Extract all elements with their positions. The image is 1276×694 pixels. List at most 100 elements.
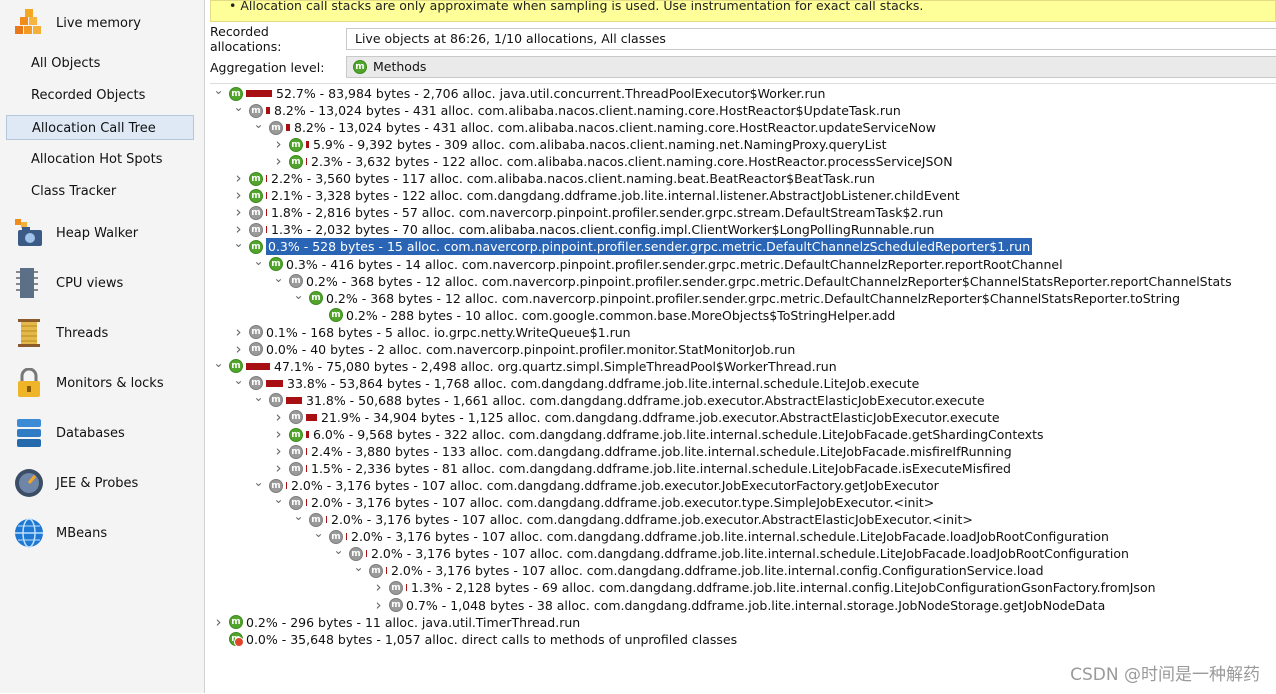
tree-node-label: 2.0% - 3,176 bytes - 107 alloc. com.dang…	[331, 512, 973, 528]
tree-node[interactable]: › m 0.7% - 1,048 bytes - 38 alloc. com.dan…	[372, 596, 1106, 614]
tree-node[interactable]: ⌄ m 2.0% - 3,176 bytes - 107 alloc. com.da…	[252, 474, 938, 494]
tree-node[interactable]: › m 2.4% - 3,880 bytes - 133 alloc. com.da…	[272, 443, 1012, 460]
tree-node[interactable]: › m 1.8% - 2,816 bytes - 57 alloc. com.nav…	[232, 204, 944, 221]
tree-node[interactable]: › m 0.2% - 296 bytes - 11 alloc. java.util…	[212, 613, 581, 631]
nav-allocation-call-tree[interactable]: Allocation Call Tree	[6, 115, 194, 140]
section-cpu-views[interactable]: CPU views	[12, 268, 123, 298]
tree-node-label: 0.2% - 368 bytes - 12 alloc. com.naverco…	[306, 273, 1232, 289]
section-databases[interactable]: Databases	[12, 418, 125, 448]
collapse-chevron-icon[interactable]: ⌄	[292, 508, 305, 525]
tree-node[interactable]: › m 6.0% - 9,568 bytes - 322 alloc. com.da…	[272, 426, 1044, 443]
tree-node[interactable]: › m 5.9% - 9,392 bytes - 309 alloc. com.al…	[272, 136, 887, 153]
tree-node[interactable]: › m 1.3% - 2,128 bytes - 69 alloc. com.dan…	[372, 579, 1156, 596]
tree-node[interactable]: ⌄ m 0.3% - 528 bytes - 15 alloc. com.naver…	[232, 235, 1033, 256]
tree-node[interactable]: ⌄ m 31.8% - 50,688 bytes - 1,661 alloc. co…	[252, 389, 984, 409]
collapse-chevron-icon[interactable]: ⌄	[352, 559, 365, 576]
collapse-chevron-icon[interactable]: ⌄	[272, 270, 285, 287]
section-monitors-locks[interactable]: Monitors & locks	[12, 367, 164, 398]
collapse-chevron-icon[interactable]: ⌄	[252, 253, 265, 270]
percentage-bar-fill	[266, 192, 267, 200]
aggregation-level-select[interactable]: m Methods	[346, 56, 1276, 78]
tree-node[interactable]: ⌄ m 0.3% - 416 bytes - 14 alloc. com.naver…	[252, 253, 1062, 273]
nav-recorded-objects[interactable]: Recorded Objects	[6, 83, 194, 108]
section-label: Threads	[56, 325, 109, 341]
nav-allocation-hot-spots[interactable]: Allocation Hot Spots	[6, 147, 194, 172]
aggregation-level-value: Methods	[373, 59, 427, 74]
collapse-chevron-icon[interactable]: ⌄	[212, 355, 225, 372]
tree-node[interactable]: m 0.0% - 35,648 bytes - 1,057 alloc. dire…	[212, 631, 737, 648]
expand-chevron-icon[interactable]: ›	[232, 187, 245, 204]
section-live-memory[interactable]: Live memory	[12, 8, 141, 38]
collapse-chevron-icon[interactable]: ⌄	[332, 542, 345, 559]
leaf-spacer	[312, 307, 325, 324]
collapse-chevron-icon[interactable]: ⌄	[232, 99, 245, 116]
tree-node[interactable]: › m 1.5% - 2,336 bytes - 81 alloc. com.dan…	[272, 460, 1011, 477]
tree-node[interactable]: ⌄ m 8.2% - 13,024 bytes - 431 alloc. com.a…	[252, 116, 935, 136]
expand-chevron-icon[interactable]: ›	[372, 579, 385, 596]
expand-chevron-icon[interactable]: ›	[232, 170, 245, 187]
tree-node[interactable]: ⌄ m 8.2% - 13,024 bytes - 431 alloc. com.a…	[232, 99, 900, 119]
tree-node[interactable]: ⌄ m 2.0% - 3,176 bytes - 107 alloc. com.da…	[352, 559, 1043, 579]
percentage-bar-fill	[266, 209, 267, 217]
tree-node[interactable]: ⌄ m 0.2% - 368 bytes - 12 alloc. com.naver…	[272, 270, 1232, 290]
collapse-chevron-icon[interactable]: ⌄	[252, 389, 265, 406]
tree-node[interactable]: ⌄ m 33.8% - 53,864 bytes - 1,768 alloc. co…	[232, 372, 919, 392]
collapse-chevron-icon[interactable]: ⌄	[252, 474, 265, 491]
collapse-chevron-icon[interactable]: ⌄	[292, 287, 305, 304]
expand-chevron-icon[interactable]: ›	[272, 408, 285, 426]
percentage-bar	[266, 379, 283, 387]
tree-node[interactable]: › m 1.3% - 2,032 bytes - 70 alloc. com.ali…	[232, 221, 935, 238]
expand-chevron-icon[interactable]: ›	[372, 596, 385, 614]
expand-chevron-icon[interactable]: ›	[232, 204, 245, 221]
tree-node-label: 0.0% - 35,648 bytes - 1,057 alloc. direc…	[246, 631, 738, 647]
percentage-bar	[306, 448, 307, 456]
section-mbeans[interactable]: MBeans	[12, 518, 107, 548]
tree-node[interactable]: › m 0.1% - 168 bytes - 5 alloc. io.grpc.ne…	[232, 323, 631, 341]
recorded-allocations-field[interactable]: Live objects at 86:26, 1/10 allocations,…	[346, 28, 1276, 50]
expand-chevron-icon[interactable]: ›	[272, 153, 285, 170]
tree-node-label: 21.9% - 34,904 bytes - 1,125 alloc. com.…	[321, 409, 1000, 425]
tree-node[interactable]: › m 2.2% - 3,560 bytes - 117 alloc. com.al…	[232, 170, 875, 187]
expand-chevron-icon[interactable]: ›	[272, 136, 285, 153]
percentage-bar-fill	[306, 141, 309, 149]
sidebar: Live memory All Objects Recorded Objects…	[0, 0, 205, 693]
expand-chevron-icon[interactable]: ›	[272, 426, 285, 443]
tree-node[interactable]: › m 21.9% - 34,904 bytes - 1,125 alloc. co…	[272, 408, 1000, 426]
percentage-bar	[246, 362, 270, 370]
nav-class-tracker[interactable]: Class Tracker	[6, 179, 194, 204]
expand-chevron-icon[interactable]: ›	[212, 613, 225, 631]
expand-chevron-icon[interactable]: ›	[232, 340, 245, 358]
expand-chevron-icon[interactable]: ›	[272, 460, 285, 477]
tree-node[interactable]: › m 0.0% - 40 bytes - 2 alloc. com.naverco…	[232, 340, 796, 358]
tree-node[interactable]: ⌄ m 52.7% - 83,984 bytes - 2,706 alloc. ja…	[212, 82, 826, 102]
tree-node[interactable]: ⌄ m 2.0% - 3,176 bytes - 107 alloc. com.da…	[332, 542, 1128, 562]
collapse-chevron-icon[interactable]: ⌄	[232, 372, 245, 389]
tree-node[interactable]: m 0.2% - 288 bytes - 10 alloc. com.google…	[312, 307, 895, 324]
nav-all-objects[interactable]: All Objects	[6, 51, 194, 76]
tree-node-label: 52.7% - 83,984 bytes - 2,706 alloc. java…	[276, 86, 826, 101]
method-icon: m	[353, 60, 367, 74]
collapse-chevron-icon[interactable]: ⌄	[232, 235, 245, 252]
cpu-views-icon	[12, 268, 46, 298]
expand-chevron-icon[interactable]: ›	[272, 443, 285, 460]
collapse-chevron-icon[interactable]: ⌄	[212, 82, 225, 99]
tree-node[interactable]: ⌄ m 2.0% - 3,176 bytes - 107 alloc. com.da…	[312, 525, 1109, 545]
tree-node[interactable]: ⌄ m 47.1% - 75,080 bytes - 2,498 alloc. or…	[212, 355, 836, 375]
tree-node-label: 2.4% - 3,880 bytes - 133 alloc. com.dang…	[311, 444, 1012, 460]
tree-node-label: 2.0% - 3,176 bytes - 107 alloc. com.dang…	[311, 495, 935, 511]
tree-node[interactable]: › m 2.3% - 3,632 bytes - 122 alloc. com.al…	[272, 153, 953, 170]
tree-node-label: 2.0% - 3,176 bytes - 107 alloc. com.dang…	[351, 529, 1109, 545]
collapse-chevron-icon[interactable]: ⌄	[312, 525, 325, 542]
tree-node[interactable]: ⌄ m 2.0% - 3,176 bytes - 107 alloc. com.da…	[272, 491, 935, 511]
tree-node[interactable]: › m 2.1% - 3,328 bytes - 122 alloc. com.da…	[232, 187, 960, 204]
expand-chevron-icon[interactable]: ›	[232, 323, 245, 341]
section-threads[interactable]: Threads	[12, 318, 108, 348]
section-heap-walker[interactable]: Heap Walker	[12, 218, 138, 248]
collapse-chevron-icon[interactable]: ⌄	[252, 116, 265, 133]
tree-node[interactable]: ⌄ m 2.0% - 3,176 bytes - 107 alloc. com.da…	[292, 508, 973, 528]
tree-node-label: 0.3% - 528 bytes - 15 alloc. com.naverco…	[266, 238, 1033, 256]
section-label: Monitors & locks	[56, 375, 164, 391]
collapse-chevron-icon[interactable]: ⌄	[272, 491, 285, 508]
tree-node[interactable]: ⌄ m 0.2% - 368 bytes - 12 alloc. com.naver…	[292, 287, 1180, 307]
section-jee-probes[interactable]: JEE & Probes	[12, 468, 138, 498]
